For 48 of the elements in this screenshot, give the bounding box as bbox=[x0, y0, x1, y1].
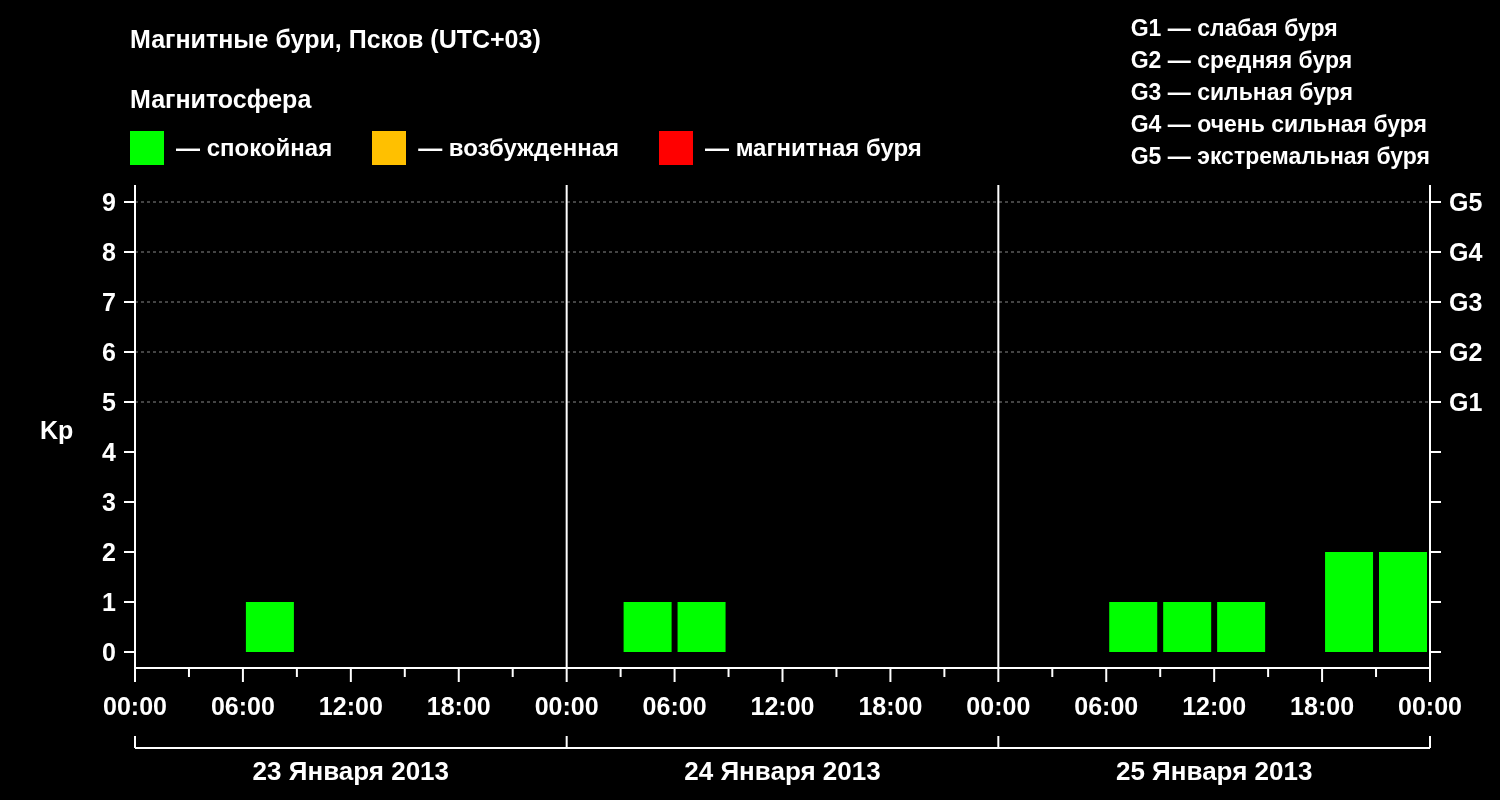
kp-bar bbox=[245, 602, 294, 652]
storm-level-label: G5 bbox=[1449, 188, 1483, 216]
x-tick-label: 12:00 bbox=[318, 692, 383, 720]
storm-scale-entry: G5 — экстремальная буря bbox=[1130, 142, 1430, 171]
x-tick-label: 06:00 bbox=[1074, 692, 1139, 720]
storm-scale-entry: G2 — средняя буря bbox=[1130, 46, 1353, 75]
storm-level-label: G3 bbox=[1449, 288, 1483, 316]
storm-scale-entry: G4 — очень сильная буря bbox=[1130, 110, 1427, 139]
storm-level-label: G2 bbox=[1449, 338, 1483, 366]
y-tick-label: 1 bbox=[102, 588, 116, 616]
x-tick-label: 00:00 bbox=[1398, 692, 1462, 720]
x-tick-label: 18:00 bbox=[1290, 692, 1355, 720]
x-tick-label: 12:00 bbox=[750, 692, 815, 720]
x-tick-label: 12:00 bbox=[1182, 692, 1247, 720]
y-tick-label: 3 bbox=[102, 488, 116, 516]
storm-scale-entry: G1 — слабая буря bbox=[1130, 14, 1338, 43]
x-tick-label: 00:00 bbox=[103, 692, 167, 720]
legend-label: — возбужденная bbox=[418, 133, 619, 163]
x-tick-label: 06:00 bbox=[642, 692, 707, 720]
kp-bar bbox=[1217, 602, 1266, 652]
kp-bar bbox=[1109, 602, 1158, 652]
y-tick-label: 9 bbox=[102, 188, 116, 216]
x-tick-label: 18:00 bbox=[858, 692, 923, 720]
x-tick-label: 06:00 bbox=[210, 692, 275, 720]
date-label: 23 Января 2013 bbox=[252, 756, 450, 786]
kp-bar bbox=[677, 602, 726, 652]
x-tick-label: 18:00 bbox=[426, 692, 491, 720]
y-tick-label: 2 bbox=[102, 538, 116, 566]
y-tick-label: 4 bbox=[102, 438, 116, 466]
y-tick-label: 7 bbox=[102, 288, 116, 316]
chart-title: Магнитные бури, Псков (UTC+03) bbox=[130, 24, 541, 55]
storm-scale-entry: G3 — сильная буря bbox=[1130, 78, 1353, 107]
date-label: 24 Января 2013 bbox=[684, 756, 881, 786]
date-label: 25 Января 2013 bbox=[1115, 756, 1313, 786]
y-tick-label: 5 bbox=[102, 388, 116, 416]
x-tick-label: 00:00 bbox=[534, 692, 599, 720]
y-axis-label: Kp bbox=[40, 416, 74, 444]
storm-level-label: G4 bbox=[1449, 238, 1483, 266]
storm-level-label: G1 bbox=[1449, 388, 1483, 416]
y-tick-label: 0 bbox=[102, 638, 116, 666]
x-tick-label: 00:00 bbox=[966, 692, 1031, 720]
kp-bar bbox=[623, 602, 672, 652]
legend-title: Магнитосфера bbox=[130, 84, 312, 115]
legend-label: — магнитная буря bbox=[705, 133, 922, 163]
kp-bar bbox=[1163, 602, 1212, 652]
y-tick-label: 8 bbox=[102, 238, 116, 266]
legend-label: — спокойная bbox=[176, 133, 333, 163]
y-tick-label: 6 bbox=[102, 338, 116, 366]
